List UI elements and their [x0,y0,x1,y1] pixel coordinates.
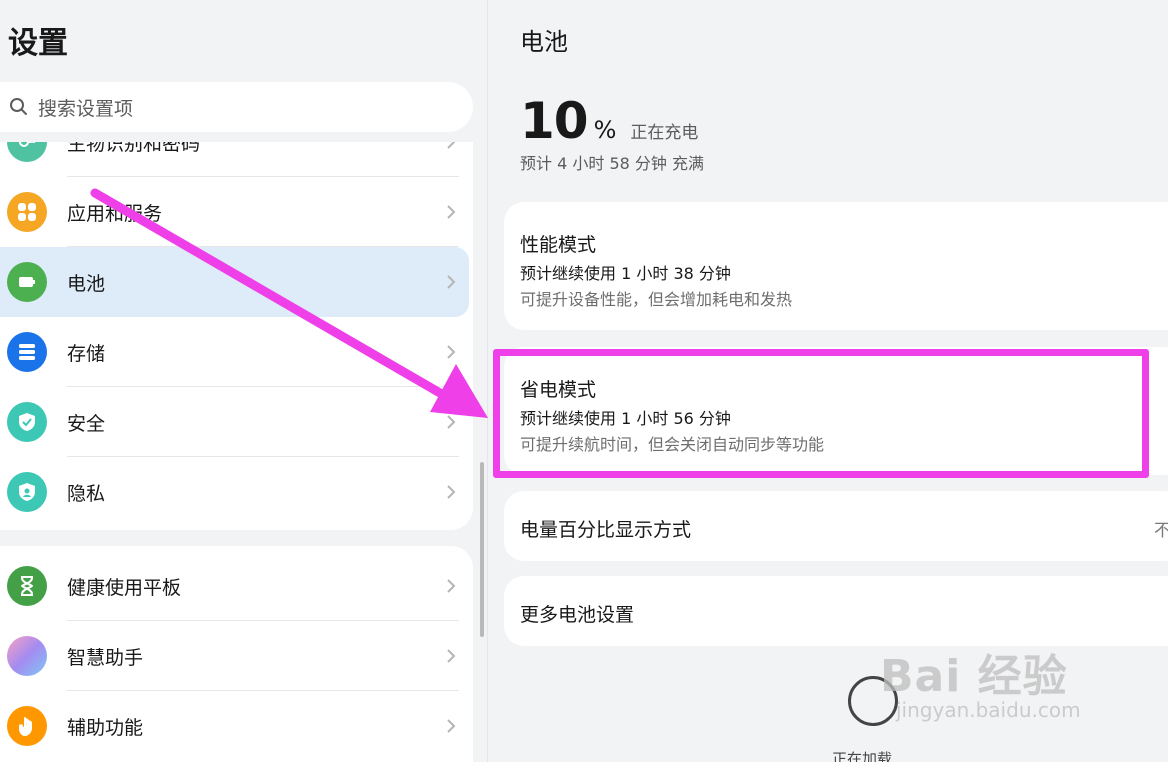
performance-mode-desc: 可提升设备性能，但会增加耗电和发热 [520,290,793,309]
search-placeholder: 搜索设置项 [38,97,134,120]
sidebar-item-apps[interactable]: 应用和服务 [0,177,473,247]
settings-group-1: 生物识别和密码 应用和服务 电池 存储 安全 隐私 [0,142,473,530]
percent-sign: % [593,116,617,144]
watermark-main: Bai 经验 [880,651,1068,702]
sidebar-item-label: 智慧助手 [67,646,144,669]
charging-status: 正在充电 [630,123,699,143]
battery-percent-row: 10 % 正在充电 [520,92,698,150]
percent-display-value: 不 [1154,521,1168,541]
sidebar-item-label: 存储 [67,342,106,365]
storage-icon [7,332,47,372]
watermark-sub: jingyan.baidu.com [896,698,1081,722]
chevron-right-icon [445,646,457,666]
search-input[interactable]: 搜索设置项 [0,82,473,132]
battery-percent: 10 [520,92,589,150]
sidebar-item-label: 隐私 [67,482,106,505]
more-battery-settings-title: 更多电池设置 [520,604,635,626]
performance-mode-card[interactable]: 性能模式 预计继续使用 1 小时 38 分钟 可提升设备性能，但会增加耗电和发热 [504,202,1168,330]
percent-display-title: 电量百分比显示方式 [520,519,692,541]
battery-icon [7,262,47,302]
key-icon [7,142,47,162]
performance-mode-estimate: 预计继续使用 1 小时 38 分钟 [520,264,731,283]
sidebar-item-label: 应用和服务 [67,202,163,225]
more-battery-settings-card[interactable]: 更多电池设置 [504,576,1168,646]
settings-sidebar: 设置 搜索设置项 生物识别和密码 应用和服务 电池 存储 安全 隐私 健康使用平… [0,0,488,762]
charge-estimate: 预计 4 小时 58 分钟 充满 [520,154,704,173]
sidebar-item-biometrics[interactable]: 生物识别和密码 [0,142,473,177]
sidebar-item-assistant[interactable]: 智慧助手 [0,621,473,691]
apps-icon [7,192,47,232]
loading-text: 正在加载 [832,750,893,762]
detail-title: 电池 [520,28,568,56]
shield-check-icon [7,402,47,442]
sidebar-item-security[interactable]: 安全 [0,387,473,457]
sidebar-scrollbar[interactable] [480,462,484,637]
chevron-right-icon [445,342,457,362]
assistant-icon [7,636,47,676]
sidebar-item-battery[interactable]: 电池 [0,247,473,317]
page-title: 设置 [8,26,68,61]
performance-mode-title: 性能模式 [520,234,597,256]
sidebar-item-label: 电池 [67,272,106,295]
percent-display-card[interactable]: 电量百分比显示方式 不 [504,491,1168,561]
hand-icon [7,706,47,746]
sidebar-item-label: 安全 [67,412,106,435]
chevron-right-icon [445,202,457,222]
hourglass-icon [7,566,47,606]
chevron-right-icon [445,412,457,432]
chevron-right-icon [445,142,457,152]
chevron-right-icon [445,482,457,502]
sidebar-item-storage[interactable]: 存储 [0,317,473,387]
sidebar-item-label: 健康使用平板 [67,576,182,599]
baidu-watermark: Bai 经验 jingyan.baidu.com [880,640,1081,722]
privacy-shield-icon [7,472,47,512]
chevron-right-icon [445,272,457,292]
sidebar-item-label: 生物识别和密码 [67,142,201,155]
settings-group-2: 健康使用平板 智慧助手 辅助功能 [0,546,473,762]
sidebar-item-health[interactable]: 健康使用平板 [0,551,473,621]
annotation-highlight-box [493,349,1149,478]
search-icon [8,96,30,118]
sidebar-item-accessibility[interactable]: 辅助功能 [0,691,473,761]
chevron-right-icon [445,576,457,596]
chevron-right-icon [445,716,457,736]
sidebar-item-label: 辅助功能 [67,716,144,739]
sidebar-item-privacy[interactable]: 隐私 [0,457,473,527]
